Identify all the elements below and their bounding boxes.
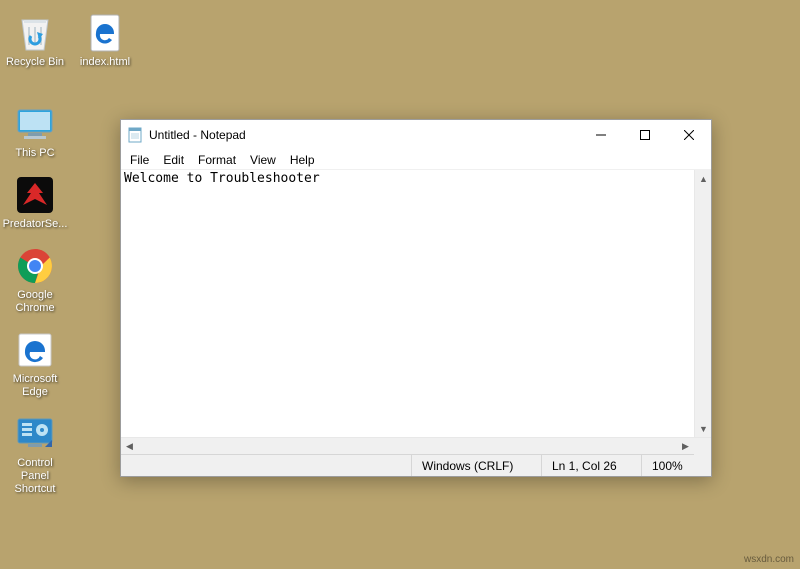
desktop-icon-label: This PC <box>15 147 54 160</box>
desktop-icon-control-panel[interactable]: Control Panel Shortcut <box>0 409 70 506</box>
scroll-right-icon[interactable]: ▶ <box>677 438 694 455</box>
desktop-icon-label: Microsoft Edge <box>2 373 68 399</box>
text-content[interactable]: Welcome to Troubleshooter <box>121 170 694 437</box>
menubar: File Edit Format View Help <box>121 150 711 169</box>
scroll-up-icon[interactable]: ▲ <box>695 170 712 187</box>
scrollbar-corner <box>694 438 711 455</box>
status-position: Ln 1, Col 26 <box>541 455 641 476</box>
titlebar[interactable]: Untitled - Notepad <box>121 120 711 150</box>
scroll-down-icon[interactable]: ▼ <box>695 420 712 437</box>
desktop-icon-edge[interactable]: Microsoft Edge <box>0 325 70 409</box>
watermark: wsxdn.com <box>744 554 794 565</box>
notepad-window: Untitled - Notepad File Edit Format View… <box>120 119 712 477</box>
desktop-icon-label: Recycle Bin <box>6 56 64 69</box>
menu-view[interactable]: View <box>243 152 283 168</box>
desktop-icon-chrome[interactable]: Google Chrome <box>0 241 70 325</box>
desktop-icon-label: index.html <box>80 56 130 69</box>
recycle-bin-icon <box>14 12 56 54</box>
minimize-button[interactable] <box>579 120 623 150</box>
window-title: Untitled - Notepad <box>149 128 579 142</box>
menu-file[interactable]: File <box>123 152 156 168</box>
control-panel-icon <box>14 413 56 455</box>
scroll-left-icon[interactable]: ◀ <box>121 438 138 455</box>
notepad-icon <box>127 127 143 143</box>
edge-icon <box>14 329 56 371</box>
this-pc-icon <box>14 103 56 145</box>
vertical-scrollbar[interactable]: ▲ ▼ <box>694 170 711 437</box>
desktop-icon-label: Control Panel Shortcut <box>2 457 68 496</box>
statusbar: Windows (CRLF) Ln 1, Col 26 100% <box>121 454 711 476</box>
desktop-icon-index-html[interactable]: index.html <box>70 8 140 79</box>
desktop-icon-label: PredatorSe... <box>3 218 68 231</box>
edge-file-icon <box>84 12 126 54</box>
maximize-button[interactable] <box>623 120 667 150</box>
status-zoom: 100% <box>641 455 711 476</box>
chrome-icon <box>14 245 56 287</box>
menu-format[interactable]: Format <box>191 152 243 168</box>
horizontal-scrollbar[interactable]: ◀ ▶ <box>121 437 711 454</box>
menu-help[interactable]: Help <box>283 152 322 168</box>
editor-area: Welcome to Troubleshooter ▲ ▼ <box>121 169 711 437</box>
predator-icon <box>14 174 56 216</box>
status-encoding: Windows (CRLF) <box>411 455 541 476</box>
desktop: Recycle Bin index.html This PC <box>0 0 140 506</box>
desktop-icon-this-pc[interactable]: This PC <box>0 99 70 170</box>
desktop-icon-label: Google Chrome <box>2 289 68 315</box>
close-button[interactable] <box>667 120 711 150</box>
menu-edit[interactable]: Edit <box>156 152 191 168</box>
desktop-icon-recycle-bin[interactable]: Recycle Bin <box>0 8 70 79</box>
desktop-icon-predator[interactable]: PredatorSe... <box>0 170 70 241</box>
